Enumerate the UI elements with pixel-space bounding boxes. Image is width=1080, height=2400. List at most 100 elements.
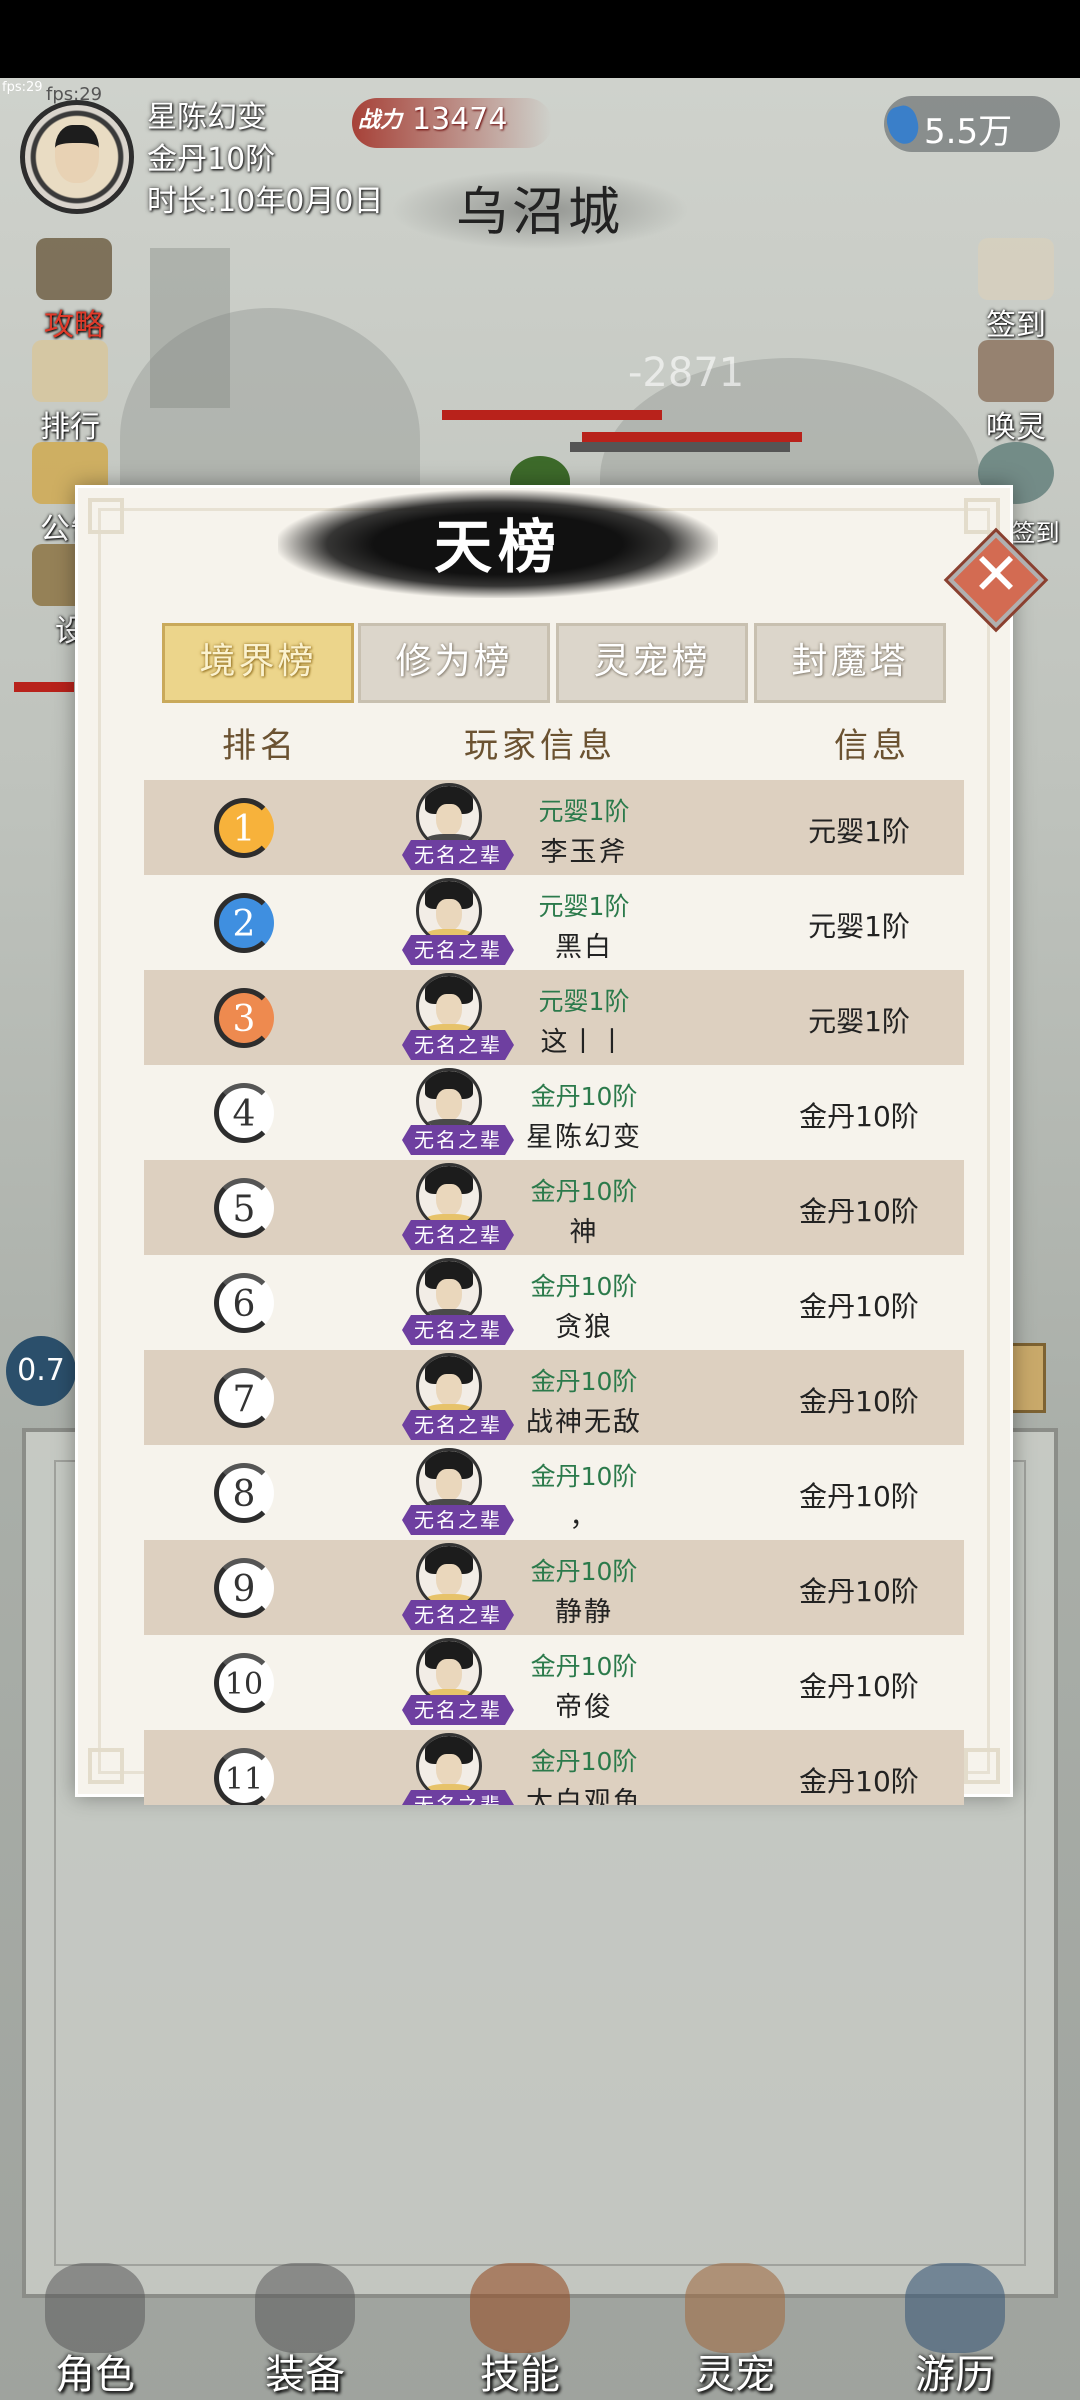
bottom-nav: 角色 装备 技能 灵宠 游历 [0,2258,1080,2400]
power-display: 战力 13474 [352,98,552,148]
rank-badge: 6 [214,1273,274,1333]
table-row[interactable]: 2 无名之辈 元婴1阶 黑白 元婴1阶 [144,875,964,970]
side-button-summon[interactable]: 唤灵 [968,340,1064,445]
tab-demon-tower[interactable]: 封魔塔 [754,623,946,703]
table-row[interactable]: 3 无名之辈 元婴1阶 这丨丨 元婴1阶 [144,970,964,1065]
rank-badge: 10 [214,1653,274,1713]
avatar-icon [416,973,482,1039]
player-name: 星陈幻变 [526,1122,642,1153]
nav-label: 灵宠 [695,2352,775,2398]
gem-display[interactable]: 5.5万 [883,96,1060,152]
avatar-face [55,125,99,183]
nav-character[interactable]: 角色 [0,2258,190,2400]
enemy-health-bar [582,432,802,442]
player-name: 神 [569,1217,599,1248]
frame-corner [964,498,1000,534]
nav-pet[interactable]: 灵宠 [640,2258,830,2400]
side-button-ranking[interactable]: 排行 [22,340,118,445]
player-realm: 金丹10阶 [530,1462,638,1491]
side-button-checkin[interactable]: 签到 [968,238,1064,343]
nav-skills[interactable]: 技能 [425,2258,615,2400]
title-tag: 无名之辈 [402,1505,514,1535]
nav-label: 技能 [480,2352,560,2398]
avatar-icon [416,1163,482,1229]
avatar-face [436,1184,462,1216]
avatar-icon [416,1543,482,1609]
dialog-title: 天榜 [433,513,562,581]
skills-icon [470,2263,570,2353]
column-header-rank: 排名 [222,726,298,766]
avatar-icon [416,1448,482,1514]
close-icon: ✕ [971,540,1021,608]
scroll-icon [36,238,112,300]
avatar-face [436,1469,462,1501]
avatar-face [436,1279,462,1311]
player-name: 帝俊 [555,1692,613,1723]
title-tag: 无名之辈 [402,1315,514,1345]
nav-label: 游历 [915,2352,995,2398]
player-realm: 金丹10阶 [530,1177,638,1206]
title-tag: 无名之辈 [402,840,514,870]
avatar-icon [416,1353,482,1419]
player-realm: 金丹10阶 [530,1557,638,1586]
tab-pet-ranking[interactable]: 灵宠榜 [556,623,748,703]
play-time: 时长:10年0月0日 [147,184,384,219]
checkin-scroll-icon [978,238,1054,300]
ranking-scroll-icon [32,340,108,402]
nav-travel[interactable]: 游历 [860,2258,1050,2400]
title-tag: 无名之辈 [402,935,514,965]
rank-info: 金丹10阶 [799,1195,919,1228]
rank-badge: 3 [214,988,274,1048]
table-row[interactable]: 9 无名之辈 金丹10阶 静静 金丹10阶 [144,1540,964,1635]
table-row[interactable]: 7 无名之辈 金丹10阶 战神无敌 金丹10阶 [144,1350,964,1445]
rank-badge: 8 [214,1463,274,1523]
player-name: 黑白 [555,932,613,963]
rank-info: 元婴1阶 [808,910,910,943]
power-value: 13474 [412,102,508,137]
rank-badge: 1 [214,798,274,858]
tab-cultivation-ranking[interactable]: 修为榜 [358,623,550,703]
table-row[interactable]: 1 无名之辈 元婴1阶 李玉斧 元婴1阶 [144,780,964,875]
table-row[interactable]: 6 无名之辈 金丹10阶 贪狼 金丹10阶 [144,1255,964,1350]
side-button-label: 唤灵 [986,410,1046,445]
frame-corner [964,1748,1000,1784]
player-name: 太白观鱼 [526,1787,642,1805]
player-name: 李玉斧 [540,837,628,868]
avatar-icon [416,783,482,849]
avatar-face [436,994,462,1026]
summon-icon [978,340,1054,402]
table-row[interactable]: 8 无名之辈 金丹10阶，金丹10阶 [144,1445,964,1540]
left-orb[interactable]: 0.7 [6,1336,76,1406]
avatar-face [436,1564,462,1596]
table-row[interactable]: 4 无名之辈 金丹10阶 星陈幻变 金丹10阶 [144,1065,964,1160]
title-tag: 无名之辈 [402,1790,514,1805]
table-row[interactable]: 5 无名之辈 金丹10阶神金丹10阶 [144,1160,964,1255]
avatar-icon [416,878,482,944]
ranking-list[interactable]: 1 无名之辈 元婴1阶 李玉斧 元婴1阶 2 无名之辈 元婴1阶 黑白 元婴1阶 3 无名之辈 元婴1阶… [144,780,964,1805]
player-realm: 元婴1阶 [538,797,630,826]
column-header-player: 玩家信息 [464,726,616,766]
table-row[interactable]: 10 无名之辈 金丹10阶 帝俊 金丹10阶 [144,1635,964,1730]
column-header-info: 信息 [834,726,910,766]
close-button[interactable]: ✕ [946,530,1046,630]
player-name: 战神无敌 [526,1407,642,1438]
table-row[interactable]: 11 无名之辈 金丹10阶 太白观鱼 金丹10阶 [144,1730,964,1805]
player-avatar[interactable] [20,100,134,214]
player-realm: 金丹10阶 [530,1652,638,1681]
player-name: 星陈幻变 [147,100,267,135]
right-side-tab[interactable] [1010,1343,1046,1413]
title-tag: 无名之辈 [402,1030,514,1060]
rank-info: 金丹10阶 [799,1765,919,1798]
nav-label: 装备 [265,2352,345,2398]
title-tag: 无名之辈 [402,1220,514,1250]
city-name: 乌沼城 [390,170,690,250]
player-name: 贪狼 [555,1312,613,1343]
tab-realm-ranking[interactable]: 境界榜 [162,623,354,703]
player-name: 静静 [555,1597,613,1628]
avatar-face [436,1659,462,1691]
nav-equipment[interactable]: 装备 [210,2258,400,2400]
rank-badge: 5 [214,1178,274,1238]
enemy-health-bar [14,682,74,692]
side-button-guide[interactable]: 攻略 [26,238,122,343]
player-realm: 金丹10阶 [530,1367,638,1396]
